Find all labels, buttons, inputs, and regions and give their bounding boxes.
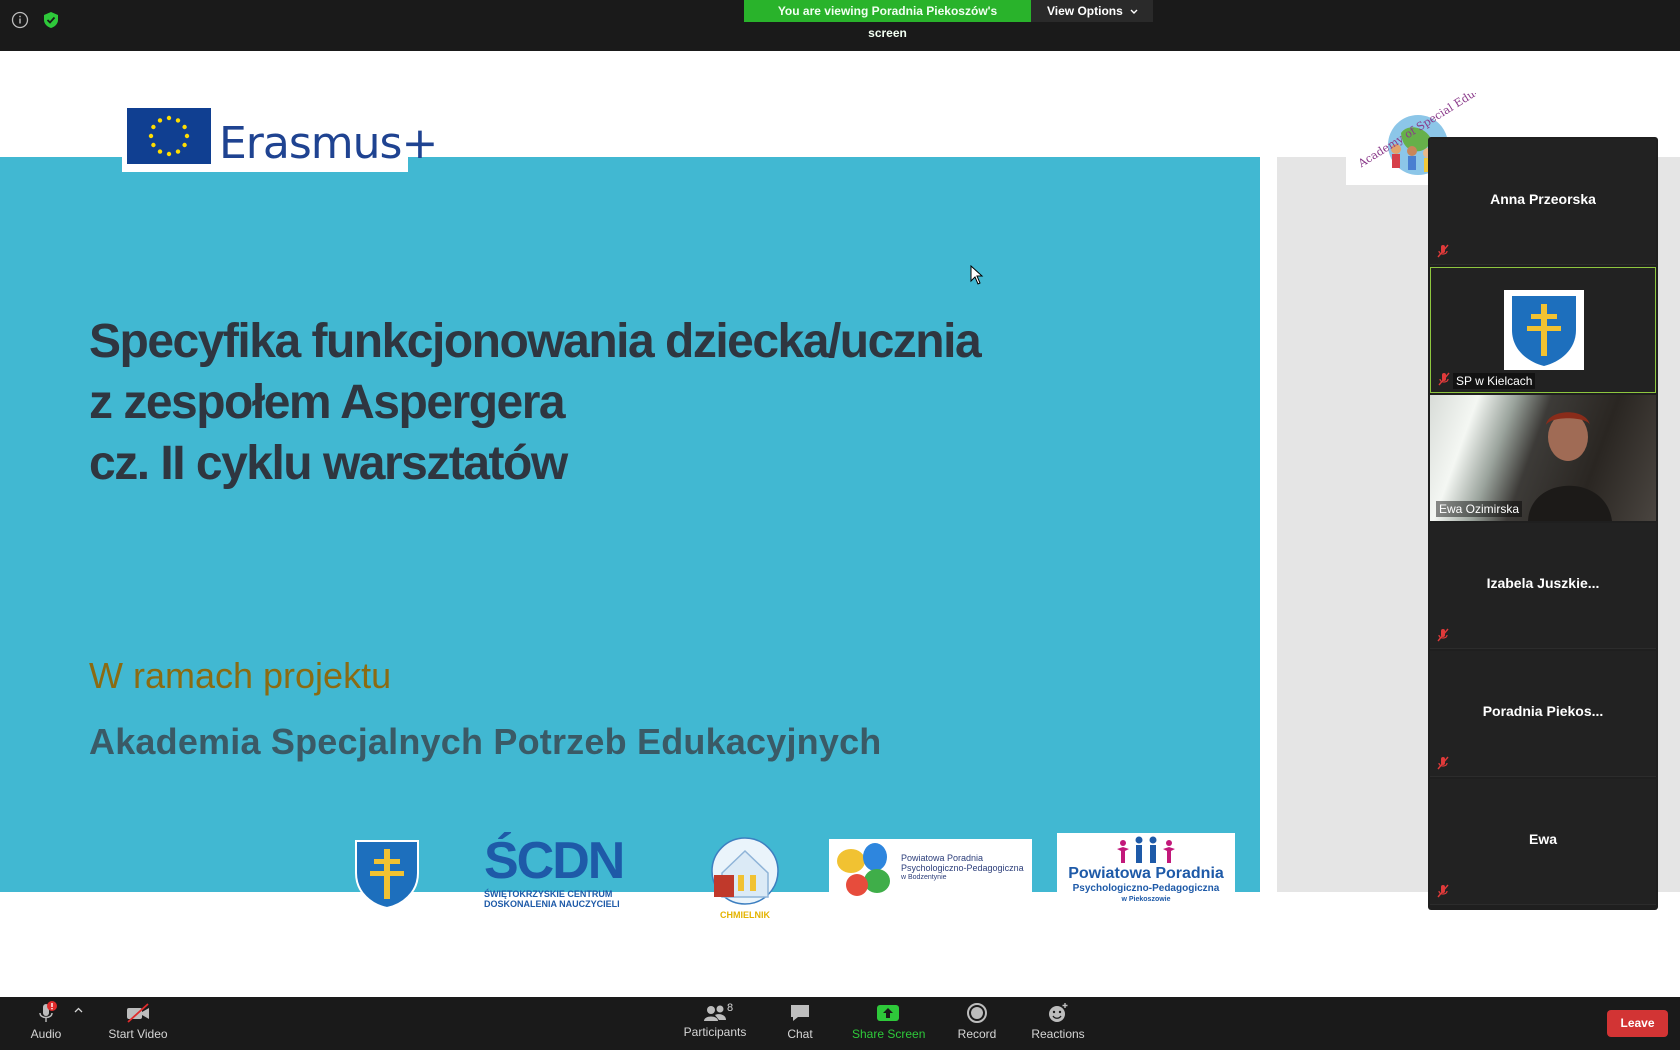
meeting-top-bar: You are viewing Poradnia Piekoszów's scr… [0, 0, 1680, 51]
piekoszow-line-3: w Piekoszowie [1121, 896, 1171, 903]
participant-tile[interactable]: Poradnia Piekos... [1430, 651, 1656, 777]
chmielnik-house-icon [711, 837, 779, 905]
scdn-big: ŚCDN [484, 832, 625, 890]
muted-mic-icon [1437, 884, 1449, 898]
participant-name: Poradnia Piekos... [1482, 703, 1604, 719]
record-icon [967, 1003, 987, 1023]
slide-title: Specyfika funkcjonowania dziecka/ucznia … [89, 311, 982, 494]
microphone-icon [39, 1001, 57, 1022]
participants-count: 8 [727, 1002, 734, 1014]
bodzentyn-line-1: Powiatowa Poradnia [901, 853, 984, 863]
chmielnik-label: CHMIELNIK [720, 910, 770, 920]
mouse-cursor-icon [970, 265, 984, 285]
share-screen-button[interactable]: Share Screen [852, 1001, 926, 1041]
chevron-up-icon[interactable] [74, 1007, 83, 1013]
bodzentyn-logo: Powiatowa Poradnia Psychologiczno-Pedago… [829, 839, 1032, 901]
share-screen-label: Share Screen [852, 1027, 926, 1041]
muted-mic-icon [1437, 244, 1449, 258]
muted-mic-icon [1437, 756, 1449, 770]
reactions-label: Reactions [1031, 1027, 1085, 1041]
scdn-line-2: DOSKONALENIA NAUCZYCIELI [484, 899, 620, 909]
participant-name: Anna Przeorska [1490, 191, 1596, 207]
viewing-screen-message: You are viewing Poradnia Piekoszów's scr… [744, 0, 1031, 40]
info-icon[interactable] [11, 11, 29, 29]
scdn-logo: ŚCDN ŚWIĘTOKRZYSKIE CENTRUM DOSKONALENIA… [484, 833, 650, 913]
chat-icon [791, 1005, 809, 1021]
encryption-shield-icon[interactable] [42, 11, 60, 29]
participants-label: Participants [683, 1025, 747, 1039]
record-button[interactable]: Record [956, 1001, 998, 1041]
chat-button[interactable]: Chat [783, 1001, 817, 1041]
slide-project-name: Akademia Specjalnych Potrzeb Edukacyjnyc… [89, 721, 882, 762]
piekoszow-line-1: Powiatowa Poradnia [1068, 865, 1224, 882]
view-options-button[interactable]: View Options [1031, 0, 1153, 22]
partner-logos: ŚCDN ŚWIĘTOKRZYSKIE CENTRUM DOSKONALENIA… [0, 833, 1260, 943]
scdn-line-1: ŚWIĘTOKRZYSKIE CENTRUM [484, 889, 613, 899]
participant-tile[interactable]: Izabela Juszkie... [1430, 523, 1656, 649]
slide-subtitle: W ramach projektu [89, 655, 392, 696]
slide-title-line-3: cz. II cyklu warsztatów [89, 437, 568, 490]
coat-of-arms-avatar-icon [1504, 290, 1584, 370]
piekoszow-line-2: Psychologiczno-Pedagogiczna [1072, 883, 1220, 894]
chat-label: Chat [787, 1027, 813, 1041]
start-video-label: Start Video [108, 1027, 168, 1041]
audio-button[interactable]: Audio [28, 1001, 64, 1041]
coat-of-arms-icon [355, 840, 419, 909]
piekoszow-logo: Powiatowa Poradnia Psychologiczno-Pedago… [1057, 833, 1235, 909]
view-options-label: View Options [1047, 4, 1123, 18]
record-label: Record [957, 1027, 997, 1041]
bodzentyn-line-3: w Bodzentynie [901, 874, 947, 881]
audio-label: Audio [30, 1027, 62, 1041]
video-off-icon [127, 1003, 149, 1023]
chmielnik-logo: CHMIELNIK [702, 835, 788, 920]
muted-mic-icon [1437, 628, 1449, 642]
viewing-screen-banner: You are viewing Poradnia Piekoszów's scr… [744, 0, 1153, 40]
participant-name: Ewa [1528, 831, 1557, 847]
people-icon [1117, 836, 1175, 863]
erasmus-label: Erasmus+ [219, 118, 438, 169]
erasmus-logo: Erasmus+ [122, 104, 438, 172]
participant-name: Izabela Juszkie... [1486, 575, 1600, 591]
participant-tile[interactable]: Anna Przeorska [1430, 139, 1656, 265]
muted-mic-icon [1438, 372, 1450, 386]
participant-tile[interactable]: Ewa [1430, 779, 1656, 905]
eu-flag-icon [127, 108, 211, 164]
reactions-button[interactable]: Reactions [1030, 1001, 1086, 1041]
participant-tile-active[interactable]: SP w Kielcach [1430, 267, 1656, 393]
slide-title-line-1: Specyfika funkcjonowania dziecka/ucznia [89, 315, 982, 368]
participant-video-tile[interactable]: Ewa Ozimirska [1430, 395, 1656, 521]
petals-icon [837, 843, 890, 896]
participant-name: SP w Kielcach [1453, 373, 1536, 389]
slide-background [0, 157, 1260, 892]
participants-icon [704, 1005, 726, 1021]
start-video-button[interactable]: Start Video [104, 1001, 172, 1041]
smiley-icon [1049, 1003, 1068, 1022]
share-screen-icon [877, 1005, 899, 1021]
participants-button[interactable]: 8 Participants [682, 1001, 748, 1039]
bodzentyn-line-2: Psychologiczno-Pedagogiczna [901, 863, 1024, 873]
participant-gallery[interactable]: Anna Przeorska SP w Kielcach Ewa Ozimirs… [1428, 137, 1658, 910]
meeting-toolbar: Audio Start Video 8 Participants Chat Sh… [0, 997, 1680, 1050]
chevron-down-icon [1130, 9, 1138, 14]
slide-title-line-2: z zespołem Aspergera [89, 376, 566, 429]
leave-button[interactable]: Leave [1607, 1010, 1668, 1037]
participant-name: Ewa Ozimirska [1436, 501, 1523, 517]
